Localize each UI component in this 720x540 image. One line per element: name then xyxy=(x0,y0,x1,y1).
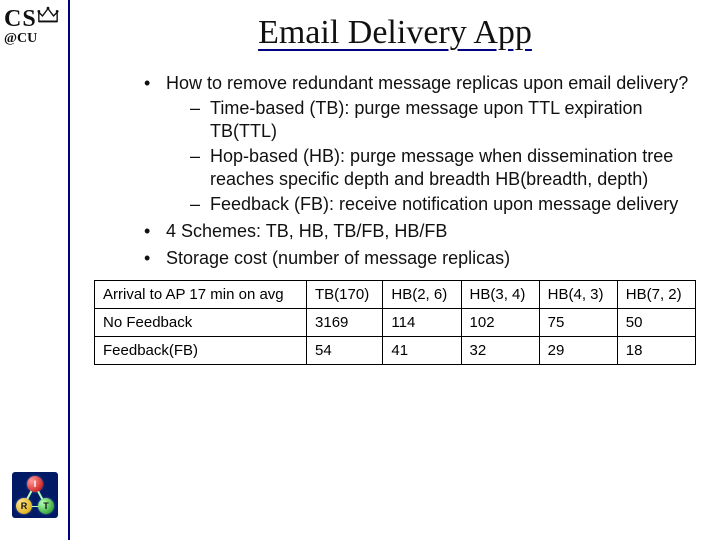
table-header-cell: TB(170) xyxy=(307,281,383,309)
graph-node-r: R xyxy=(16,498,32,514)
cs-cu-logo: CS @CU xyxy=(4,6,66,47)
table-row-label: Feedback(FB) xyxy=(95,337,307,365)
table-cell: 54 xyxy=(307,337,383,365)
graph-node-t: T xyxy=(38,498,54,514)
table-cell: 41 xyxy=(383,337,461,365)
sidebar: CS @CU I R T xyxy=(0,0,70,540)
table-header-cell: HB(4, 3) xyxy=(539,281,617,309)
crown-icon xyxy=(37,6,59,24)
bullet-text: How to remove redundant message replicas… xyxy=(166,73,688,93)
page-title: Email Delivery App xyxy=(94,14,696,52)
sub-bullet-item: Time-based (TB): purge message upon TTL … xyxy=(190,97,696,143)
table-cell: 18 xyxy=(617,337,695,365)
bullet-list: How to remove redundant message replicas… xyxy=(94,72,696,270)
logo-cs-text: CS xyxy=(4,6,37,33)
bullet-text: 4 Schemes: TB, HB, TB/FB, HB/FB xyxy=(166,221,447,241)
table-cell: 75 xyxy=(539,309,617,337)
table-header-cell: HB(2, 6) xyxy=(383,281,461,309)
bullet-item: Storage cost (number of message replicas… xyxy=(144,247,696,270)
sub-bullet-text: Hop-based (HB): purge message when disse… xyxy=(210,146,673,189)
table-row: Feedback(FB) 54 41 32 29 18 xyxy=(95,337,696,365)
logo-atcu-text: @CU xyxy=(4,31,66,47)
table-cell: 50 xyxy=(617,309,695,337)
sub-bullet-text: Feedback (FB): receive notification upon… xyxy=(210,194,678,214)
table-header-cell: Arrival to AP 17 min on avg xyxy=(95,281,307,309)
table-header-cell: HB(3, 4) xyxy=(461,281,539,309)
graph-node-i: I xyxy=(27,476,43,492)
bullet-text: Storage cost (number of message replicas… xyxy=(166,248,510,268)
table-row-label: No Feedback xyxy=(95,309,307,337)
table-header-cell: HB(7, 2) xyxy=(617,281,695,309)
bullet-item: How to remove redundant message replicas… xyxy=(144,72,696,216)
table-cell: 102 xyxy=(461,309,539,337)
sub-bullet-list: Time-based (TB): purge message upon TTL … xyxy=(166,97,696,216)
table-cell: 32 xyxy=(461,337,539,365)
sub-bullet-item: Hop-based (HB): purge message when disse… xyxy=(190,145,696,191)
table-row: No Feedback 3169 114 102 75 50 xyxy=(95,309,696,337)
table-cell: 29 xyxy=(539,337,617,365)
sub-bullet-item: Feedback (FB): receive notification upon… xyxy=(190,193,696,216)
sub-bullet-text: Time-based (TB): purge message upon TTL … xyxy=(210,98,643,141)
table-cell: 114 xyxy=(383,309,461,337)
graph-logo: I R T xyxy=(12,472,58,518)
bullet-item: 4 Schemes: TB, HB, TB/FB, HB/FB xyxy=(144,220,696,243)
slide-content: Email Delivery App How to remove redunda… xyxy=(70,0,720,540)
storage-cost-table: Arrival to AP 17 min on avg TB(170) HB(2… xyxy=(94,280,696,365)
table-header-row: Arrival to AP 17 min on avg TB(170) HB(2… xyxy=(95,281,696,309)
table-cell: 3169 xyxy=(307,309,383,337)
